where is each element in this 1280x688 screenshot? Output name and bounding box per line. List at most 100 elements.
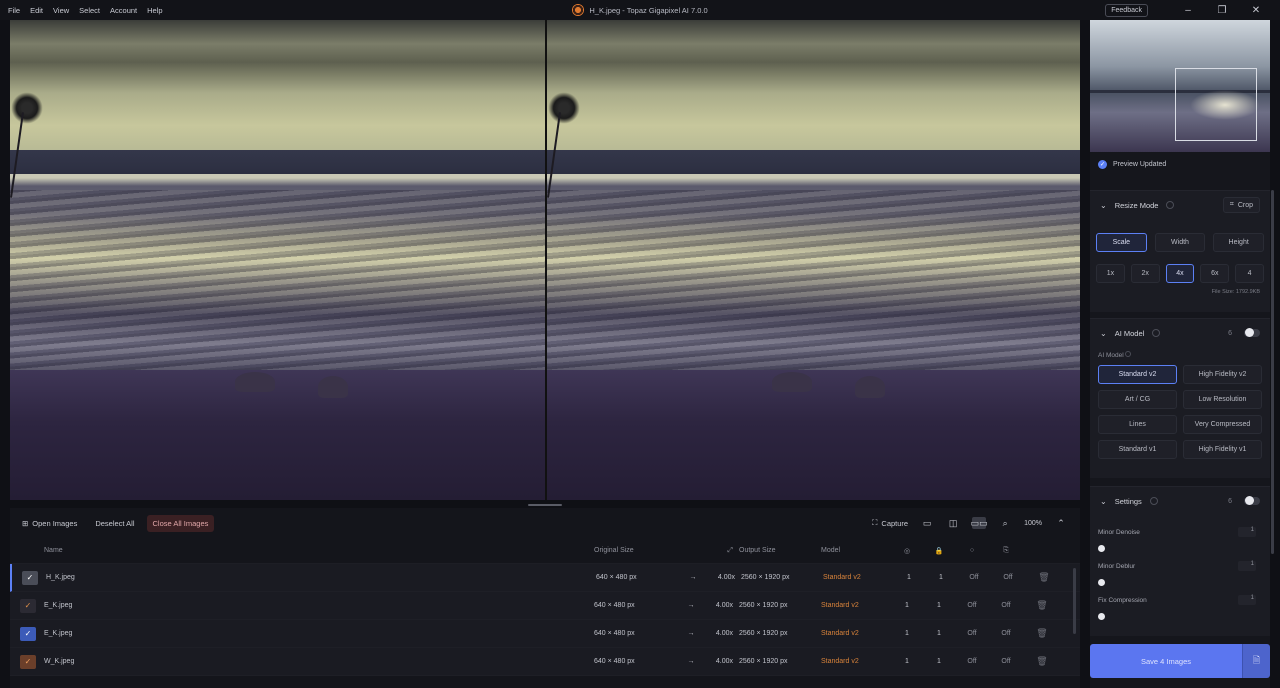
row-deblur: 1 (937, 630, 941, 637)
model-art-cg[interactable]: Art / CG (1098, 390, 1177, 409)
slider-knob[interactable] (1098, 579, 1105, 586)
checked-icon[interactable]: ✓ (20, 626, 36, 641)
original-preview[interactable] (10, 20, 545, 500)
scale-options: 1x 2x 4x 6x 4 (1090, 264, 1270, 283)
ai-model-options: Standard v2 High Fidelity v2 Art / CG Lo… (1090, 365, 1270, 459)
row-thumbnail[interactable]: ✓ (10, 598, 44, 613)
window-controls: Feedback – ❐ ✕ (1105, 0, 1280, 20)
split-view-icon[interactable]: ◫ (946, 517, 960, 529)
row-output: Off (1001, 658, 1011, 665)
menu-edit[interactable]: Edit (30, 6, 43, 15)
info-icon[interactable] (1149, 497, 1158, 505)
row-scale: 4.00x (717, 574, 735, 581)
collapse-panel-icon[interactable]: ⌃ (1054, 517, 1068, 529)
crop-button[interactable]: ⌗ Crop (1222, 197, 1260, 213)
zoom-level[interactable]: 100% (1024, 520, 1042, 527)
save-images-button[interactable]: Save 4 Images (1090, 644, 1242, 678)
menu-file[interactable]: File (8, 6, 20, 15)
deselect-all-button[interactable]: Deselect All (89, 515, 140, 532)
enhanced-preview[interactable] (545, 20, 1080, 500)
trash-icon[interactable]: 🗑 (1023, 600, 1061, 611)
trash-icon[interactable]: 🗑 (1023, 656, 1061, 667)
table-row[interactable]: ✓ E_K.jpeg 640 × 480 px → 4.00x 2560 × 1… (10, 620, 1080, 648)
model-lines[interactable]: Lines (1098, 415, 1177, 434)
side-by-side-view-icon[interactable]: ▭▭ (971, 517, 988, 529)
menu-account[interactable]: Account (110, 6, 137, 15)
capture-label: Capture (881, 518, 909, 528)
scale-1x-button[interactable]: 1x (1096, 264, 1125, 283)
menu-select[interactable]: Select (79, 6, 100, 15)
custom-scale-input[interactable]: 4 (1235, 264, 1264, 283)
model-high-fidelity-v2[interactable]: High Fidelity v2 (1183, 365, 1262, 384)
table-row[interactable]: ✓ W_K.jpeg 640 × 480 px → 4.00x 2560 × 1… (10, 648, 1080, 676)
model-high-fidelity-v1[interactable]: High Fidelity v1 (1183, 440, 1262, 459)
ai-model-header[interactable]: ⌄ AI Model 6 (1090, 319, 1270, 347)
capture-button[interactable]: ⛶ Capture (872, 518, 908, 528)
header-name[interactable]: Name (44, 547, 594, 554)
info-icon[interactable] (1152, 329, 1161, 337)
menu-help[interactable]: Help (147, 6, 162, 15)
fix-compression-slider[interactable]: Fix Compression 1 (1090, 593, 1270, 627)
waves (547, 190, 1080, 380)
info-icon[interactable] (1125, 351, 1132, 357)
row-thumbnail[interactable]: ✓ (10, 654, 44, 669)
resize-mode-header[interactable]: ⌄ Resize Mode ⌗ Crop (1090, 191, 1270, 219)
header-output-size[interactable]: Output Size (739, 547, 821, 554)
scale-6x-button[interactable]: 6x (1200, 264, 1230, 283)
ai-model-toggle[interactable] (1244, 328, 1260, 337)
row-scale: 4.00x (715, 658, 733, 665)
chevron-down-icon[interactable]: ⌄ (1100, 497, 1107, 506)
model-standard-v1[interactable]: Standard v1 (1098, 440, 1177, 459)
maximize-icon[interactable]: ❐ (1216, 5, 1228, 16)
checked-icon[interactable]: ✓ (22, 570, 38, 585)
row-thumbnail[interactable]: ✓ (12, 570, 46, 585)
mode-height-button[interactable]: Height (1213, 233, 1264, 252)
info-icon[interactable] (1166, 201, 1175, 209)
settings-toggle[interactable] (1244, 496, 1260, 505)
minimize-icon[interactable]: – (1182, 5, 1194, 16)
slider-value[interactable]: 1 (1238, 595, 1256, 605)
export-settings-icon[interactable]: 🗎 (1242, 644, 1270, 678)
scale-4x-button[interactable]: 4x (1165, 264, 1195, 283)
checked-icon[interactable]: ✓ (20, 654, 36, 669)
table-row[interactable]: ✓ E_K.jpeg 640 × 480 px → 4.00x 2560 × 1… (10, 592, 1080, 620)
row-output: Off (1003, 574, 1013, 581)
model-standard-v2[interactable]: Standard v2 (1098, 365, 1177, 384)
table-row[interactable]: ✓ H_K.jpeg 640 × 480 px → 4.00x 2560 × 1… (10, 564, 1080, 592)
mode-width-button[interactable]: Width (1154, 233, 1206, 252)
trash-icon[interactable]: 🗑 (1025, 572, 1063, 583)
single-view-icon[interactable]: ▭ (920, 517, 934, 529)
zoom-icon[interactable]: ⌕ (998, 517, 1012, 529)
model-very-compressed[interactable]: Very Compressed (1183, 415, 1262, 434)
header-model[interactable]: Model (821, 547, 891, 554)
scale-2x-button[interactable]: 2x (1130, 264, 1160, 283)
window-title-text: H_K.jpeg - Topaz Gigapixel AI 7.0.0 (589, 5, 708, 15)
settings-header[interactable]: ⌄ Settings 6 (1090, 487, 1270, 515)
row-thumbnail[interactable]: ✓ (10, 626, 44, 641)
model-low-resolution[interactable]: Low Resolution (1183, 390, 1262, 409)
table-scrollbar[interactable] (1073, 568, 1076, 634)
feedback-button[interactable]: Feedback (1105, 3, 1148, 17)
navigator-viewport[interactable] (1175, 68, 1257, 141)
chevron-down-icon[interactable]: ⌄ (1100, 329, 1107, 338)
checked-icon[interactable]: ✓ (20, 598, 36, 613)
image-viewer[interactable] (10, 20, 1080, 500)
header-original-size[interactable]: Original Size (594, 547, 679, 554)
slider-value[interactable]: 1 (1238, 561, 1256, 571)
mode-scale-button[interactable]: Scale (1096, 233, 1147, 252)
panel-resize-handle[interactable] (528, 504, 562, 506)
open-images-button[interactable]: ⊞ Open Images (16, 515, 83, 532)
trash-icon[interactable]: 🗑 (1023, 628, 1061, 639)
chevron-down-icon[interactable]: ⌄ (1100, 201, 1107, 210)
slider-value[interactable]: 1 (1238, 527, 1256, 537)
menu-view[interactable]: View (53, 6, 69, 15)
close-icon[interactable]: ✕ (1250, 5, 1262, 16)
close-all-images-button[interactable]: Close All Images (146, 514, 215, 532)
slider-knob[interactable] (1098, 613, 1105, 620)
slider-knob[interactable] (1098, 545, 1105, 552)
minor-deblur-slider[interactable]: Minor Deblur 1 (1090, 559, 1270, 593)
navigator-thumbnail[interactable] (1090, 20, 1270, 152)
horizon (10, 150, 545, 176)
sidebar-scrollbar[interactable] (1271, 190, 1274, 554)
minor-denoise-slider[interactable]: Minor Denoise 1 (1090, 525, 1270, 559)
